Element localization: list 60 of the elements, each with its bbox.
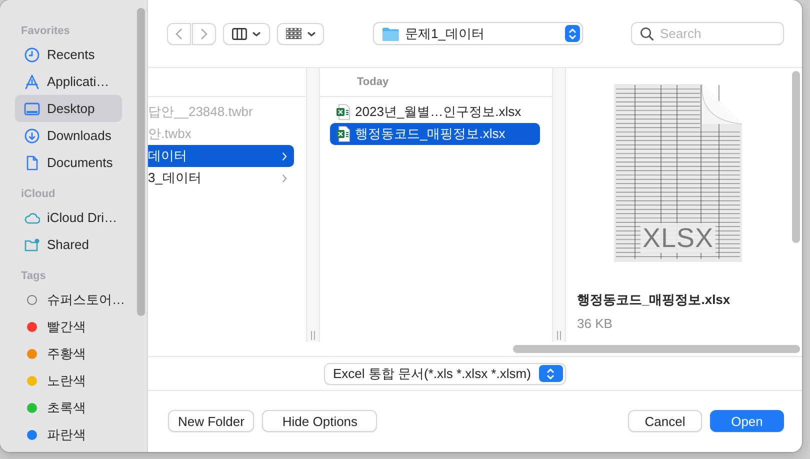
sidebar-item[interactable]: 빨간색	[15, 313, 122, 340]
sidebar-item[interactable]: Recents	[15, 41, 122, 68]
section-header: iCloud	[20, 187, 56, 202]
file-row[interactable]: 3_데이터	[148, 167, 294, 189]
scroll-thumb[interactable]	[792, 71, 800, 243]
file-name: 행정동코드_매핑정보.xlsx	[577, 291, 730, 309]
primary-dialog-button[interactable]: Open	[710, 410, 784, 432]
file-size: 36 KB	[577, 316, 612, 331]
section-header: Tags	[20, 269, 47, 284]
sidebar-item[interactable]: Applicati…	[15, 68, 122, 95]
location-popup[interactable]: 문제1_데이터	[373, 22, 583, 45]
spreadsheet-icon	[336, 126, 350, 142]
sidebar-item[interactable]: 주황색	[15, 340, 122, 367]
forward-button[interactable]	[192, 22, 216, 44]
search-field[interactable]: Search	[631, 22, 784, 45]
search-icon	[640, 27, 654, 41]
chevron-right-icon	[282, 152, 287, 160]
sidebar-item[interactable]: Downloads	[15, 122, 122, 149]
sidebar-item[interactable]: 파란색	[15, 421, 122, 448]
back-button[interactable]	[167, 22, 191, 44]
stepper-icon	[568, 28, 577, 40]
chevron-right-icon	[282, 174, 287, 182]
column-view-button[interactable]	[223, 22, 270, 44]
dialog-button[interactable]: New Folder	[168, 410, 254, 432]
document-icon	[24, 154, 40, 170]
file-row[interactable]: 2023년_월별…인구정보.xlsx	[330, 101, 540, 123]
folder-icon	[382, 26, 399, 40]
sidebar-item[interactable]: 노란색	[15, 367, 122, 394]
scroll-thumb[interactable]	[513, 345, 800, 353]
caret-icon	[252, 30, 261, 36]
sidebar-item[interactable]: iCloud Dri…	[15, 204, 122, 231]
section-header: Favorites	[20, 24, 71, 39]
shared-folder-icon	[24, 236, 40, 252]
file-row[interactable]: 행정동코드_매핑정보.xlsx	[330, 123, 540, 145]
file-row[interactable]: 데이터	[148, 145, 294, 167]
sidebar-item[interactable]: 슈퍼스토어…	[15, 286, 122, 313]
file-format-popup[interactable]: Excel 통합 문서(*.xls *.xlsx *.xlsm)	[324, 362, 566, 384]
tag-circle	[27, 294, 37, 304]
columns-icon	[232, 28, 247, 40]
sidebar-item[interactable]: Desktop	[15, 95, 122, 122]
scroll-thumb[interactable]	[137, 8, 145, 316]
resize-handle-icon[interactable]	[310, 331, 316, 340]
compass-icon	[24, 74, 40, 90]
dialog-button[interactable]: Cancel	[628, 410, 702, 432]
chevron-left-icon	[175, 28, 183, 40]
download-icon	[24, 128, 40, 144]
desktop-icon	[24, 100, 40, 116]
spreadsheet-icon	[336, 104, 350, 120]
sidebar-item[interactable]: 초록색	[15, 394, 122, 421]
clock-icon	[24, 46, 40, 62]
caret-icon	[306, 30, 316, 36]
dialog-button[interactable]: Hide Options	[262, 410, 378, 432]
grid-icon	[286, 28, 302, 40]
sidebar-item[interactable]: Shared	[15, 231, 122, 258]
file-type-label: XLSX	[640, 223, 716, 253]
chevron-right-icon	[200, 28, 208, 40]
resize-handle-icon[interactable]	[556, 331, 562, 340]
grid-view-button[interactable]	[277, 22, 324, 44]
stepper-icon	[546, 368, 556, 380]
sidebar-item[interactable]: Documents	[15, 149, 122, 176]
